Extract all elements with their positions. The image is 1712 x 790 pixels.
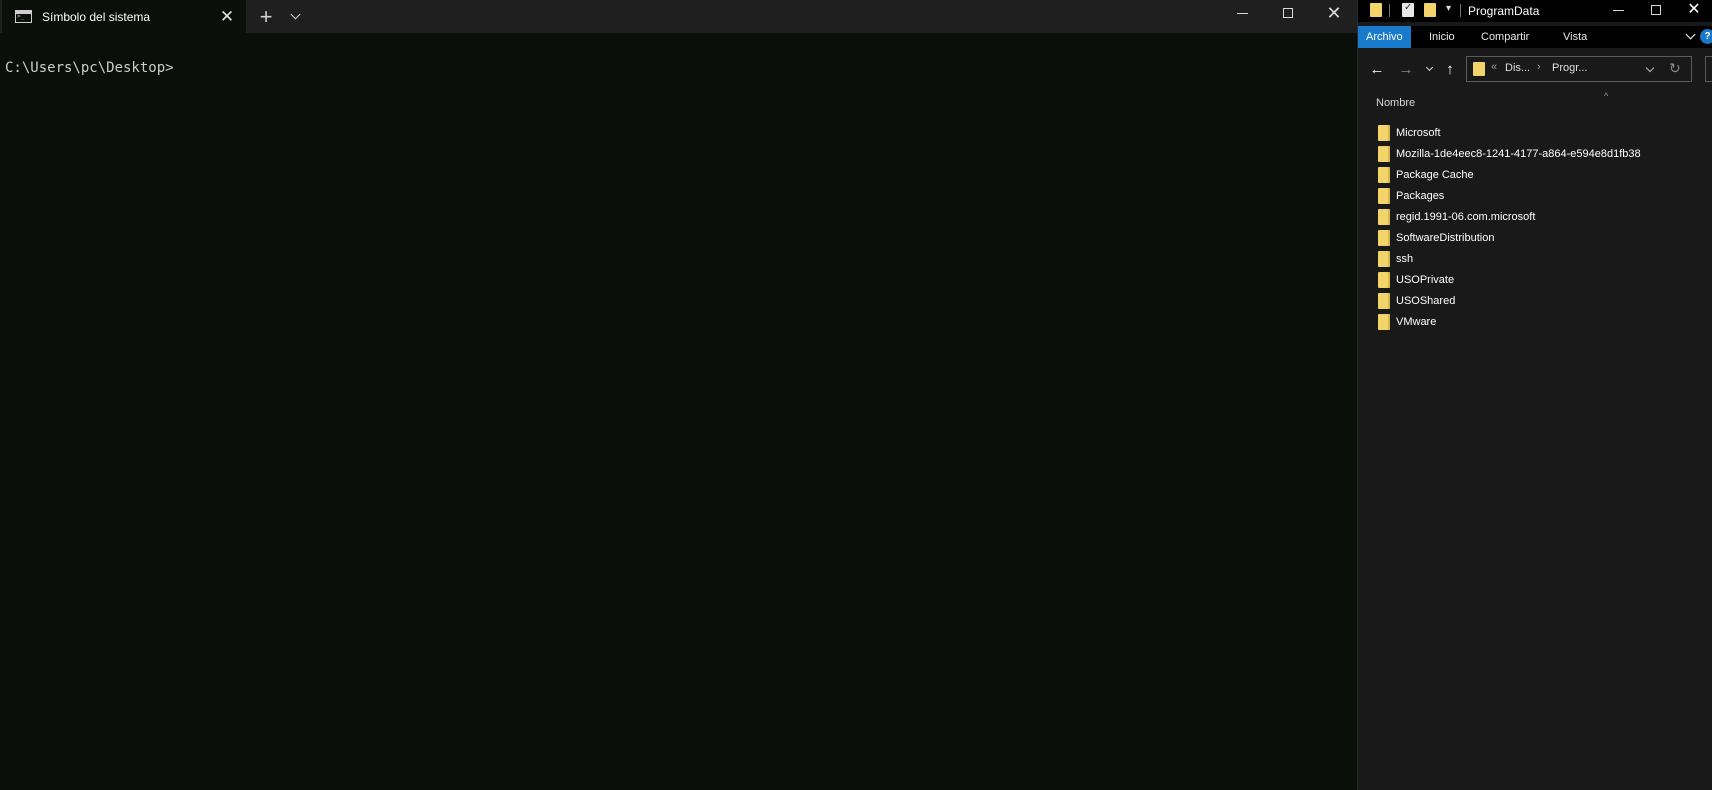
file-name: USOPrivate — [1396, 273, 1455, 286]
folder-icon — [1378, 124, 1390, 141]
file-name: Microsoft — [1396, 126, 1441, 139]
folder-icon — [1378, 313, 1390, 330]
list-item[interactable]: Mozilla-1de4eec8-1241-4177-a864-e594e8d1… — [1378, 143, 1641, 164]
list-item[interactable]: regid.1991-06.com.microsoft — [1378, 206, 1535, 227]
file-name: Mozilla-1de4eec8-1241-4177-a864-e594e8d1… — [1396, 147, 1641, 160]
folder-icon — [1378, 271, 1390, 288]
close-button[interactable]: ✕ — [1674, 0, 1712, 20]
cmd-icon — [15, 10, 32, 23]
expand-ribbon-button[interactable] — [1683, 28, 1697, 44]
tab-compartir[interactable]: Compartir — [1473, 26, 1537, 48]
folder-icon — [1378, 208, 1390, 225]
file-name: Package Cache — [1396, 168, 1474, 181]
close-tab-icon[interactable]: ✕ — [212, 0, 242, 33]
address-dropdown-button[interactable] — [1643, 63, 1657, 77]
file-name: SoftwareDistribution — [1396, 231, 1495, 244]
file-name: USOShared — [1396, 294, 1456, 307]
sort-ascending-icon: ^ — [1604, 91, 1609, 101]
folder-icon — [1378, 250, 1390, 267]
search-box[interactable] — [1705, 56, 1712, 82]
file-explorer-window: ▾ ProgramData ✕ Archivo Inicio Compartir… — [1357, 0, 1712, 790]
tab-dropdown-button[interactable] — [286, 0, 304, 33]
close-button[interactable]: ✕ — [1311, 0, 1357, 26]
close-icon: ✕ — [1687, 1, 1701, 18]
forward-arrow-icon[interactable]: → — [1395, 58, 1417, 80]
quick-access-separator — [1460, 4, 1461, 17]
back-arrow-icon[interactable]: ← — [1366, 58, 1388, 80]
list-item[interactable]: SoftwareDistribution — [1378, 227, 1494, 248]
folder-icon — [1378, 166, 1390, 183]
file-name: ssh — [1396, 252, 1414, 265]
up-arrow-icon[interactable]: ↑ — [1439, 58, 1461, 80]
list-item[interactable]: Microsoft — [1378, 122, 1441, 143]
file-name: regid.1991-06.com.microsoft — [1396, 210, 1536, 223]
tab-inicio[interactable]: Inicio — [1421, 26, 1463, 48]
navigation-bar: ← → ↑ « Dis... › Progr... ↻ — [1358, 50, 1712, 88]
folder-icon — [1378, 229, 1390, 246]
folder-icon — [1370, 3, 1382, 17]
file-name: Packages — [1396, 189, 1445, 202]
window-title: ProgramData — [1468, 4, 1540, 18]
recent-locations-button[interactable] — [1418, 58, 1440, 80]
list-item[interactable]: USOPrivate — [1378, 269, 1454, 290]
tab-archivo[interactable]: Archivo — [1358, 26, 1411, 48]
breadcrumb-separator-icon[interactable]: › — [1537, 61, 1541, 73]
list-item[interactable]: USOShared — [1378, 290, 1455, 311]
chevron-down-icon — [1645, 63, 1655, 73]
breadcrumb-item[interactable]: Dis... — [1505, 62, 1530, 74]
address-bar[interactable]: « Dis... › Progr... ↻ — [1466, 56, 1692, 82]
maximize-icon — [1651, 5, 1661, 15]
maximize-button[interactable] — [1636, 0, 1676, 20]
quick-access-separator — [1389, 4, 1390, 17]
close-icon: ✕ — [1326, 3, 1342, 23]
minimize-button[interactable] — [1219, 0, 1265, 26]
folder-icon — [1378, 292, 1390, 309]
terminal-window: Símbolo del sistema ✕ + ✕ C:\Users\pc\De… — [0, 0, 1357, 790]
folder-icon — [1378, 145, 1390, 162]
minimize-icon — [1236, 12, 1248, 14]
refresh-icon[interactable]: ↻ — [1669, 60, 1681, 77]
terminal-tab[interactable]: Símbolo del sistema ✕ — [2, 0, 246, 33]
explorer-titlebar: ▾ ProgramData ✕ — [1358, 0, 1712, 22]
breadcrumb-item[interactable]: Progr... — [1552, 62, 1587, 74]
maximize-button[interactable] — [1265, 0, 1311, 26]
overflow-crumbs-icon[interactable]: « — [1491, 61, 1497, 73]
file-name: VMware — [1396, 315, 1437, 328]
help-icon[interactable]: ? — [1700, 29, 1712, 44]
list-item[interactable]: Package Cache — [1378, 164, 1474, 185]
list-item[interactable]: ssh — [1378, 248, 1413, 269]
new-folder-icon[interactable] — [1424, 3, 1436, 17]
customize-quick-access-icon[interactable]: ▾ — [1446, 3, 1451, 14]
folder-icon — [1473, 62, 1485, 76]
chevron-down-icon — [1425, 63, 1433, 71]
tab-vista[interactable]: Vista — [1555, 26, 1595, 48]
properties-icon[interactable] — [1402, 2, 1414, 17]
terminal-tab-title: Símbolo del sistema — [42, 9, 151, 24]
column-header-row: Nombre ^ — [1358, 91, 1712, 116]
ribbon: Archivo Inicio Compartir Vista ? — [1358, 26, 1712, 48]
maximize-icon — [1283, 8, 1293, 18]
list-item[interactable]: Packages — [1378, 185, 1444, 206]
chevron-down-icon — [290, 9, 300, 20]
list-item[interactable]: VMware — [1378, 311, 1436, 332]
chevron-down-icon — [1685, 29, 1695, 39]
minimize-button[interactable] — [1598, 0, 1638, 20]
terminal-prompt[interactable]: C:\Users\pc\Desktop> — [5, 60, 174, 76]
folder-icon — [1378, 187, 1390, 204]
column-header-name[interactable]: Nombre — [1376, 97, 1415, 109]
new-tab-button[interactable]: + — [254, 0, 278, 33]
minimize-icon — [1612, 9, 1624, 11]
terminal-titlebar: Símbolo del sistema ✕ + ✕ — [0, 0, 1357, 33]
